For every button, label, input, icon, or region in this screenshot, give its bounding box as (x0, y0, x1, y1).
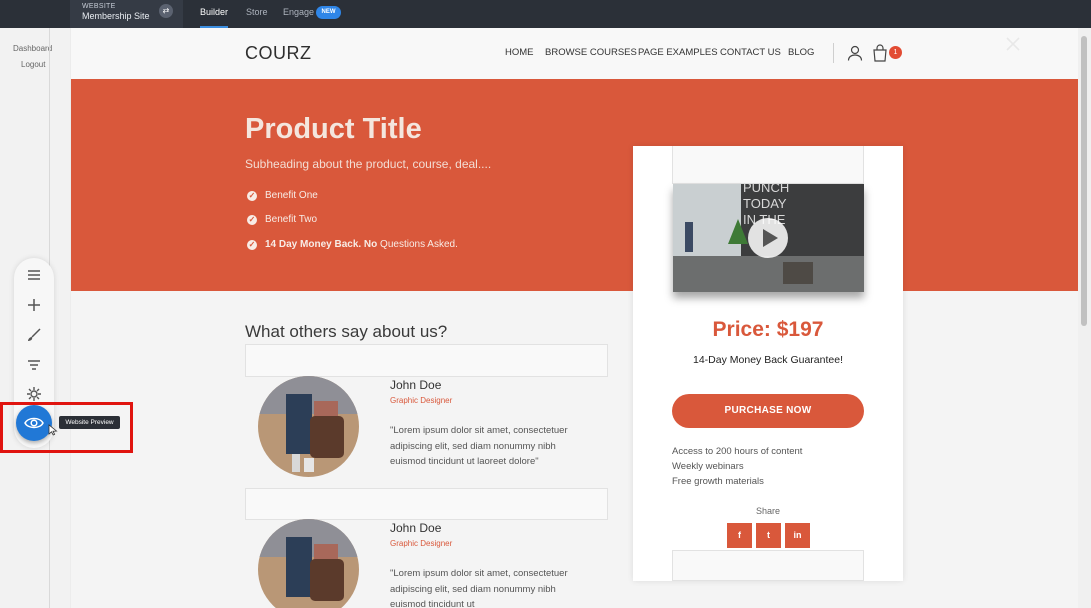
mouse-cursor-icon (48, 424, 58, 436)
testimonial-avatar (258, 376, 359, 477)
nav-divider (833, 43, 834, 63)
tab-builder[interactable]: Builder (200, 0, 229, 28)
nav-browse-courses[interactable]: BROWSE COURSES (545, 47, 637, 58)
plus-icon[interactable] (26, 297, 42, 313)
testimonial-role: Graphic Designer (390, 539, 453, 548)
product-title: Product Title (245, 113, 422, 145)
facebook-share-button[interactable]: f (727, 523, 752, 548)
hero-section: Product Title Subheading about the produ… (71, 79, 1078, 291)
testimonials-title: What others say about us? (245, 322, 448, 341)
feature-item: Free growth materials (672, 476, 764, 487)
overlay-text-punch: PUNCH (743, 184, 789, 195)
testimonial-role: Graphic Designer (390, 396, 453, 405)
swap-site-icon[interactable]: ⇄ (159, 4, 173, 18)
placeholder-block (245, 344, 608, 377)
site-header: COURZ HOME BROWSE COURSES PAGE EXAMPLES … (71, 28, 1078, 79)
user-icon[interactable] (846, 44, 864, 62)
website-preview-frame: COURZ HOME BROWSE COURSES PAGE EXAMPLES … (71, 28, 1078, 608)
check-circle-icon: ✓ (247, 215, 257, 225)
video-thumbnail[interactable]: PUNCH TODAY IN THE (673, 184, 864, 292)
tab-engage[interactable]: Engage (283, 0, 314, 28)
benefit-item: ✓ Benefit Two (247, 214, 317, 225)
cart-count-badge: 1 (889, 46, 902, 59)
benefit-item: ✓ Benefit One (247, 190, 318, 201)
tab-store[interactable]: Store (246, 0, 268, 28)
testimonial-name: John Doe (390, 378, 442, 392)
price-label: Price: $197 (712, 318, 824, 341)
nav-home[interactable]: HOME (505, 47, 534, 58)
site-switcher[interactable]: WEBSITE Membership Site ⇄ (70, 0, 183, 28)
menu-icon[interactable] (26, 267, 42, 283)
testimonial-name: John Doe (390, 521, 442, 535)
new-badge: NEW (316, 6, 341, 19)
twitter-share-button[interactable]: t (756, 523, 781, 548)
benefit-rest-label: Questions Asked. (377, 239, 458, 250)
product-subheading: Subheading about the product, course, de… (245, 157, 492, 171)
share-label: Share (755, 506, 781, 516)
play-icon[interactable] (747, 217, 789, 259)
annotation-highlight-box (0, 402, 133, 453)
nav-contact-us[interactable]: CONTACT US (720, 47, 781, 58)
person-photo (258, 519, 359, 608)
linkedin-share-button[interactable]: in (785, 523, 810, 548)
feature-item: Access to 200 hours of content (672, 446, 803, 457)
benefit-item: ✓ 14 Day Money Back. No Questions Asked. (247, 239, 458, 250)
placeholder-block (672, 550, 864, 581)
site-kicker: WEBSITE (82, 3, 116, 10)
benefit-label: Benefit One (265, 190, 318, 201)
person-photo (258, 376, 359, 477)
dashboard-link[interactable]: Dashboard (13, 44, 52, 53)
purchase-now-button[interactable]: PURCHASE NOW (672, 394, 864, 428)
filter-icon[interactable] (26, 357, 42, 373)
preview-scrollbar[interactable] (1078, 28, 1091, 608)
site-logo[interactable]: COURZ (245, 43, 312, 64)
close-preview-icon[interactable] (1005, 36, 1021, 52)
benefit-label: Benefit Two (265, 214, 318, 225)
scroll-thumb[interactable] (1081, 36, 1087, 326)
testimonial-quote: "Lorem ipsum dolor sit amet, consectetue… (390, 568, 568, 608)
site-name: Membership Site (82, 11, 150, 21)
logout-link[interactable]: Logout (21, 60, 45, 69)
product-card: PUNCH TODAY IN THE Price: $197 14-Day Mo… (633, 146, 903, 581)
feature-item: Weekly webinars (672, 461, 744, 472)
brush-icon[interactable] (26, 327, 42, 343)
overlay-text-today: TODAY (743, 196, 787, 211)
testimonial-avatar (258, 519, 359, 608)
app-top-bar: WEBSITE Membership Site ⇄ Builder Store … (0, 0, 1091, 28)
check-circle-icon: ✓ (247, 240, 257, 250)
nav-blog[interactable]: BLOG (788, 47, 814, 58)
placeholder-block (672, 146, 864, 184)
testimonial-quote: "Lorem ipsum dolor sit amet, consectetue… (390, 425, 568, 467)
placeholder-block (245, 488, 608, 520)
cart-icon[interactable] (872, 44, 888, 62)
benefit-bold-label: 14 Day Money Back. No (265, 239, 378, 250)
check-circle-icon: ✓ (247, 191, 257, 201)
guarantee-label: 14-Day Money Back Guarantee! (693, 354, 843, 366)
nav-page-examples[interactable]: PAGE EXAMPLES (638, 47, 718, 58)
gear-icon[interactable] (26, 386, 42, 402)
